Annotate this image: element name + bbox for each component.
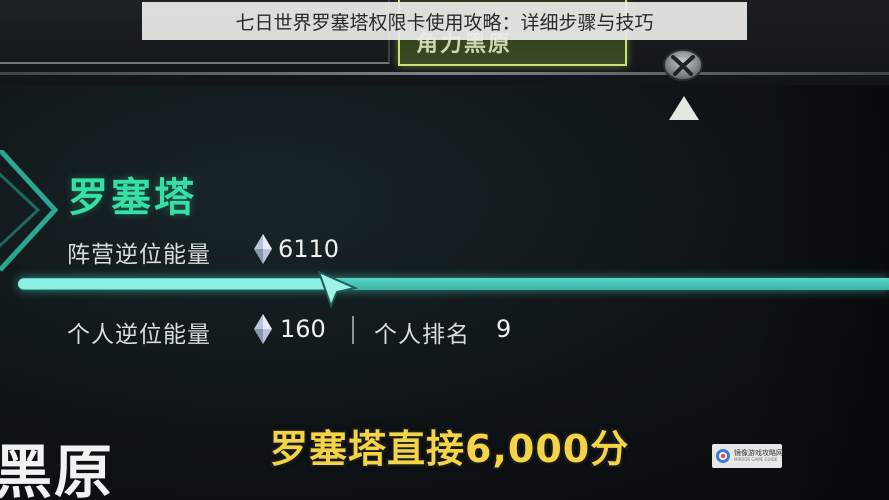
watermark-en: MIRROR GAME GUIDE (734, 457, 778, 462)
game-screen: 角力黑原 罗塞塔 阵营逆位能量 6110 个人逆位能量 160 个人排名 9 黑… (0, 0, 889, 500)
stat-separator (352, 316, 354, 344)
personal-energy-label: 个人逆位能量 (67, 322, 211, 348)
arrow-cursor-icon (317, 270, 359, 308)
diamond-gem-icon (254, 314, 272, 344)
watermark-cn: 镜像游戏攻略网 (734, 449, 783, 457)
faction-title: 罗塞塔 (68, 175, 197, 221)
faction-energy-label: 阵营逆位能量 (67, 242, 211, 268)
personal-energy-value: 160 (280, 315, 326, 343)
top-divider (0, 72, 889, 75)
watermark: 镜像游戏攻略网 MIRROR GAME GUIDE (712, 444, 783, 468)
x-emblem-node-icon[interactable] (662, 48, 704, 82)
video-subtitle: 罗塞塔直接6,000分 (270, 427, 630, 471)
faction-progress-fill (18, 279, 332, 289)
watermark-logo-icon (716, 449, 730, 463)
article-caption: 七日世界罗塞塔权限卡使用攻略：详细步骤与技巧 (142, 2, 747, 40)
personal-rank-value: 9 (496, 315, 512, 343)
faction-energy-value: 6110 (278, 235, 340, 263)
vignette (749, 85, 889, 500)
up-triangle-icon (669, 96, 699, 120)
personal-rank-label: 个人排名 (374, 322, 470, 348)
map-region-label: 黑原 (0, 438, 115, 500)
diamond-gem-icon (254, 234, 272, 264)
